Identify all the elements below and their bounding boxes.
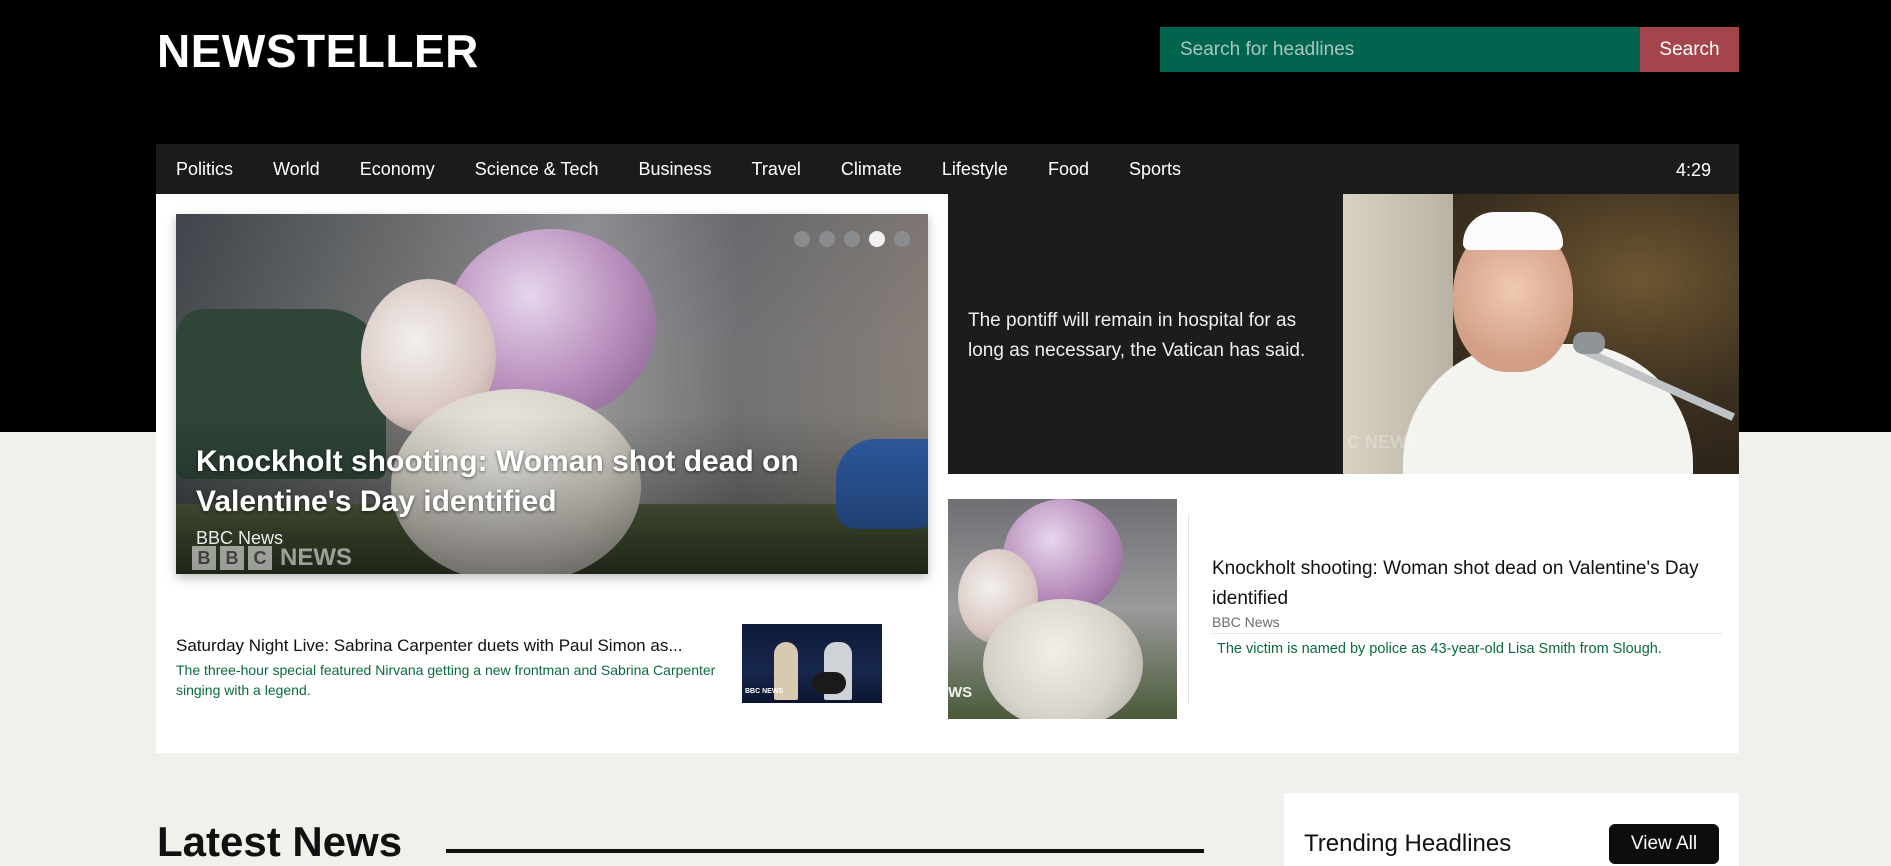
nav-item-lifestyle[interactable]: Lifestyle <box>942 159 1008 180</box>
search-button[interactable]: Search <box>1640 27 1739 72</box>
bbc-logo-letter: B <box>220 546 244 570</box>
story-card-image[interactable]: WS <box>948 499 1177 719</box>
featured-story-text: The pontiff will remain in hospital for … <box>968 310 1306 361</box>
story-image-balloon <box>983 599 1143 719</box>
microphone-head-icon <box>1573 332 1605 354</box>
carousel-dot[interactable] <box>794 231 810 247</box>
bbc-logo-letter: C <box>248 546 272 570</box>
mini-article[interactable]: Saturday Night Live: Sabrina Carpenter d… <box>176 624 882 704</box>
nav-item-travel[interactable]: Travel <box>752 159 801 180</box>
featured-story-image: C NEWS <box>1343 194 1739 474</box>
image-person-cap <box>1463 212 1563 250</box>
featured-story[interactable]: The pontiff will remain in hospital for … <box>948 194 1739 474</box>
thumbnail-watermark: BBC NEWS <box>745 688 784 695</box>
nav-item-food[interactable]: Food <box>1048 159 1089 180</box>
mini-article-thumbnail[interactable]: BBC NEWS <box>742 624 882 703</box>
search-input[interactable] <box>1160 27 1640 72</box>
hero-panel: Knockholt shooting: Woman shot dead on V… <box>156 194 1739 753</box>
image-watermark: C NEWS <box>1347 432 1419 452</box>
story-card-description: The victim is named by police as 43-year… <box>1217 641 1662 657</box>
main-nav: Politics World Economy Science & Tech Bu… <box>156 144 1739 194</box>
story-image-watermark: WS <box>948 684 973 701</box>
latest-news-rule <box>446 849 1204 853</box>
nav-item-sports[interactable]: Sports <box>1129 159 1181 180</box>
trending-headlines-card: Trending Headlines View All <box>1284 793 1739 866</box>
carousel-dot[interactable] <box>844 231 860 247</box>
clock: 4:29 <box>1675 160 1711 180</box>
nav-item-world[interactable]: World <box>273 159 320 180</box>
story-card-source: BBC News <box>1212 614 1280 630</box>
carousel-headline[interactable]: Knockholt shooting: Woman shot dead on V… <box>196 442 816 522</box>
nav-item-business[interactable]: Business <box>639 159 712 180</box>
bbc-watermark-word: NEWS <box>280 544 352 571</box>
guitar-icon <box>812 672 846 694</box>
search-bar: Search <box>1160 27 1739 72</box>
bbc-logo-letter: B <box>192 546 216 570</box>
nav-item-climate[interactable]: Climate <box>841 159 902 180</box>
mini-article-description: The three-hour special featured Nirvana … <box>176 662 716 698</box>
latest-news-heading: Latest News <box>157 818 403 865</box>
view-all-button[interactable]: View All <box>1609 824 1719 864</box>
carousel-dot[interactable] <box>894 231 910 247</box>
nav-item-politics[interactable]: Politics <box>176 159 233 180</box>
hero-carousel[interactable]: Knockholt shooting: Woman shot dead on V… <box>176 214 928 574</box>
site-logo[interactable]: NEWSTELLER <box>157 24 479 78</box>
carousel-dots <box>794 231 910 247</box>
nav-item-economy[interactable]: Economy <box>360 159 435 180</box>
story-card-rule <box>1212 633 1722 634</box>
story-card-title[interactable]: Knockholt shooting: Woman shot dead on V… <box>1212 554 1722 614</box>
bbc-watermark-logo: B B C NEWS <box>192 544 352 572</box>
carousel-dot[interactable] <box>819 231 835 247</box>
trending-headlines-heading: Trending Headlines <box>1304 830 1512 857</box>
story-card-divider <box>1188 514 1189 704</box>
nav-item-science-tech[interactable]: Science & Tech <box>475 159 599 180</box>
mini-article-title[interactable]: Saturday Night Live: Sabrina Carpenter d… <box>176 636 736 656</box>
carousel-dot[interactable] <box>869 231 885 247</box>
